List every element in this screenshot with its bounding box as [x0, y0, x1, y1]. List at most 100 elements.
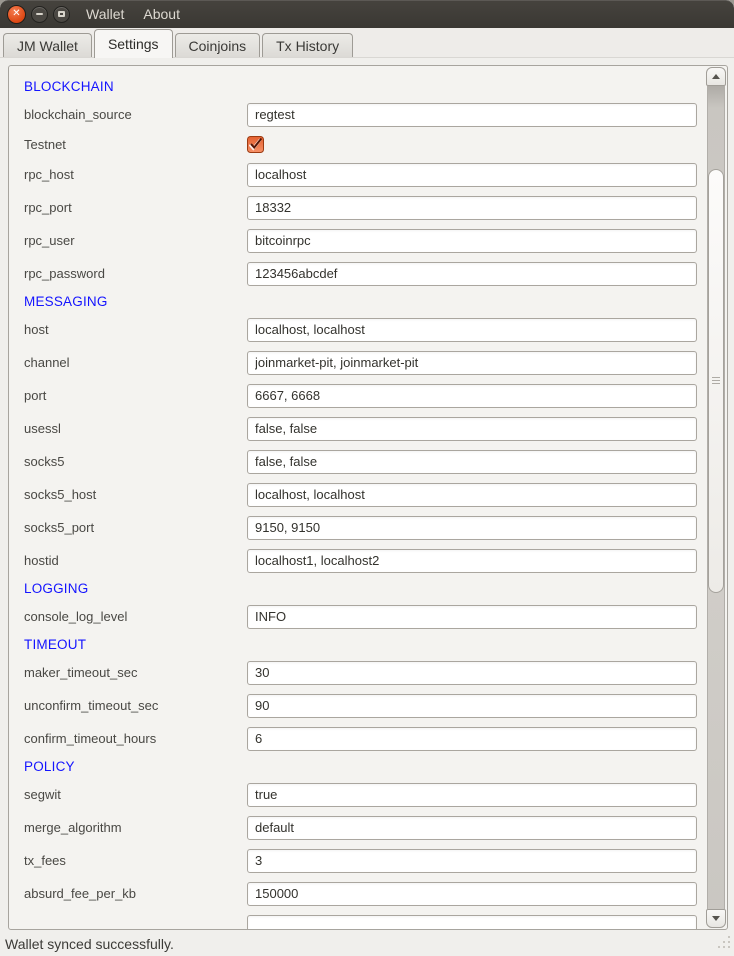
arrow-down-icon	[712, 916, 720, 921]
field-input-channel[interactable]	[247, 351, 697, 375]
field-input-rpc_port[interactable]	[247, 196, 697, 220]
maximize-icon	[58, 11, 65, 17]
field-label: socks5_port	[24, 520, 247, 535]
minimize-button[interactable]	[31, 6, 48, 23]
field-row-console_log_level: console_log_level	[9, 600, 706, 633]
titlebar: ✕ Wallet About	[0, 0, 734, 28]
field-label: unconfirm_timeout_sec	[24, 698, 247, 713]
field-input-socks5_port[interactable]	[247, 516, 697, 540]
maximize-button[interactable]	[53, 6, 70, 23]
field-label: usessl	[24, 421, 247, 436]
field-row-port: port	[9, 379, 706, 412]
tab-coinjoins[interactable]: Coinjoins	[175, 33, 261, 57]
field-label: rpc_user	[24, 233, 247, 248]
field-input-rpc_password[interactable]	[247, 262, 697, 286]
field-label: Testnet	[24, 137, 247, 152]
field-label: tx_fees	[24, 853, 247, 868]
scrollbar-grip-icon	[712, 377, 720, 385]
field-row-rpc_password: rpc_password	[9, 257, 706, 290]
field-row-socks5_port: socks5_port	[9, 511, 706, 544]
field-row-rpc_user: rpc_user	[9, 224, 706, 257]
tab-bar: JM WalletSettingsCoinjoinsTx History	[0, 28, 734, 58]
section-row-blockchain: BLOCKCHAIN	[9, 75, 706, 98]
section-header: BLOCKCHAIN	[24, 79, 114, 94]
field-input-segwit[interactable]	[247, 783, 697, 807]
field-input-socks5[interactable]	[247, 450, 697, 474]
field-input-partial[interactable]	[247, 915, 697, 931]
checkbox-testnet[interactable]	[247, 136, 264, 153]
field-input-tx_fees[interactable]	[247, 849, 697, 873]
section-header: MESSAGING	[24, 294, 108, 309]
field-label: channel	[24, 355, 247, 370]
field-input-blockchain_source[interactable]	[247, 103, 697, 127]
field-row-partial	[9, 910, 706, 930]
scrollbar-track[interactable]	[707, 86, 725, 909]
field-row-usessl: usessl	[9, 412, 706, 445]
field-label: absurd_fee_per_kb	[24, 886, 247, 901]
field-label: host	[24, 322, 247, 337]
field-label: console_log_level	[24, 609, 247, 624]
menu-wallet[interactable]: Wallet	[86, 6, 124, 22]
tab-tx-history[interactable]: Tx History	[262, 33, 353, 57]
field-label: merge_algorithm	[24, 820, 247, 835]
field-input-rpc_host[interactable]	[247, 163, 697, 187]
resize-grip[interactable]	[714, 936, 730, 952]
tab-jm-wallet[interactable]: JM Wallet	[3, 33, 92, 57]
menubar: Wallet About	[86, 6, 180, 22]
field-input-rpc_user[interactable]	[247, 229, 697, 253]
field-label: socks5	[24, 454, 247, 469]
field-row-rpc_port: rpc_port	[9, 191, 706, 224]
field-input-confirm_timeout_hours[interactable]	[247, 727, 697, 751]
field-row-hostid: hostid	[9, 544, 706, 577]
field-row-socks5_host: socks5_host	[9, 478, 706, 511]
field-input-absurd_fee_per_kb[interactable]	[247, 882, 697, 906]
scroll-area: BLOCKCHAIN blockchain_source Testnet rpc_ho…	[8, 65, 728, 930]
field-input-port[interactable]	[247, 384, 697, 408]
field-label: hostid	[24, 553, 247, 568]
field-input-usessl[interactable]	[247, 417, 697, 441]
tab-settings[interactable]: Settings	[94, 29, 173, 58]
field-input-unconfirm_timeout_sec[interactable]	[247, 694, 697, 718]
field-row-Testnet: Testnet	[9, 131, 706, 158]
menu-about[interactable]: About	[143, 6, 180, 22]
field-label: rpc_port	[24, 200, 247, 215]
window-controls: ✕	[7, 5, 70, 24]
field-label: maker_timeout_sec	[24, 665, 247, 680]
field-label: segwit	[24, 787, 247, 802]
close-button[interactable]: ✕	[7, 5, 26, 24]
status-message: Wallet synced successfully.	[5, 936, 174, 952]
section-header: LOGGING	[24, 581, 88, 596]
scrollbar-thumb[interactable]	[708, 169, 724, 593]
field-input-maker_timeout_sec[interactable]	[247, 661, 697, 685]
field-row-channel: channel	[9, 346, 706, 379]
minimize-icon	[36, 13, 43, 15]
field-row-host: host	[9, 313, 706, 346]
section-row-policy: POLICY	[9, 755, 706, 778]
vertical-scrollbar	[706, 67, 726, 928]
section-row-timeout: TIMEOUT	[9, 633, 706, 656]
section-header: POLICY	[24, 759, 75, 774]
field-row-tx_fees: tx_fees	[9, 844, 706, 877]
field-row-rpc_host: rpc_host	[9, 158, 706, 191]
field-input-console_log_level[interactable]	[247, 605, 697, 629]
arrow-up-icon	[712, 74, 720, 79]
field-input-hostid[interactable]	[247, 549, 697, 573]
section-row-logging: LOGGING	[9, 577, 706, 600]
field-input-socks5_host[interactable]	[247, 483, 697, 507]
settings-form: BLOCKCHAIN blockchain_source Testnet rpc_ho…	[9, 66, 706, 930]
field-label: rpc_host	[24, 167, 247, 182]
field-label: rpc_password	[24, 266, 247, 281]
scrollbar-down-button[interactable]	[706, 909, 726, 928]
app-window: ✕ Wallet About JM WalletSettingsCoinjoin…	[0, 0, 734, 956]
field-label: blockchain_source	[24, 107, 247, 122]
field-row-unconfirm_timeout_sec: unconfirm_timeout_sec	[9, 689, 706, 722]
scrollbar-up-button[interactable]	[706, 67, 726, 86]
field-row-confirm_timeout_hours: confirm_timeout_hours	[9, 722, 706, 755]
field-row-socks5: socks5	[9, 445, 706, 478]
field-input-host[interactable]	[247, 318, 697, 342]
field-label: port	[24, 388, 247, 403]
section-header: TIMEOUT	[24, 637, 86, 652]
field-row-blockchain_source: blockchain_source	[9, 98, 706, 131]
field-label: confirm_timeout_hours	[24, 731, 247, 746]
field-input-merge_algorithm[interactable]	[247, 816, 697, 840]
